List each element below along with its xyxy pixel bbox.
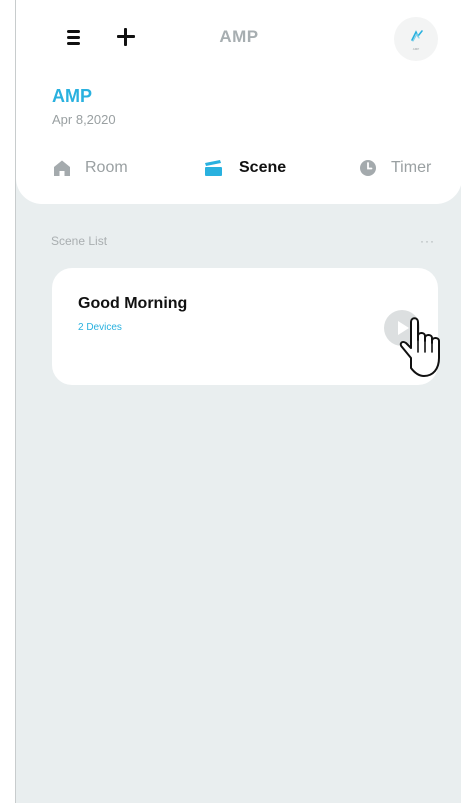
avatar[interactable]: AMP (394, 17, 438, 61)
header-card: AMP AMP AMP Apr 8,2020 Room Scene Timer (16, 0, 461, 204)
tab-timer-label: Timer (391, 159, 432, 176)
scene-name: Good Morning (78, 295, 188, 312)
avatar-caption: AMP (412, 47, 420, 51)
home-date: Apr 8,2020 (52, 112, 116, 127)
logo-icon (411, 30, 423, 42)
clapperboard-icon (205, 160, 222, 176)
tab-scene-label: Scene (239, 159, 287, 176)
scene-card[interactable]: Good Morning 2 Devices (52, 268, 438, 385)
clock-icon (360, 160, 376, 176)
scene-device-count: 2 Devices (78, 322, 122, 333)
scene-list-title: Scene List (51, 234, 108, 248)
play-scene-button[interactable] (384, 310, 420, 346)
app-screen: AMP AMP AMP Apr 8,2020 Room Scene Timer … (15, 0, 461, 803)
more-icon[interactable]: ··· (420, 234, 435, 248)
tab-scene[interactable]: Scene (204, 157, 286, 179)
home-icon (54, 160, 70, 176)
tab-room-label: Room (85, 159, 128, 176)
tab-timer[interactable]: Timer (359, 157, 431, 179)
tab-room[interactable]: Room (53, 157, 128, 179)
home-name: AMP (52, 86, 92, 106)
